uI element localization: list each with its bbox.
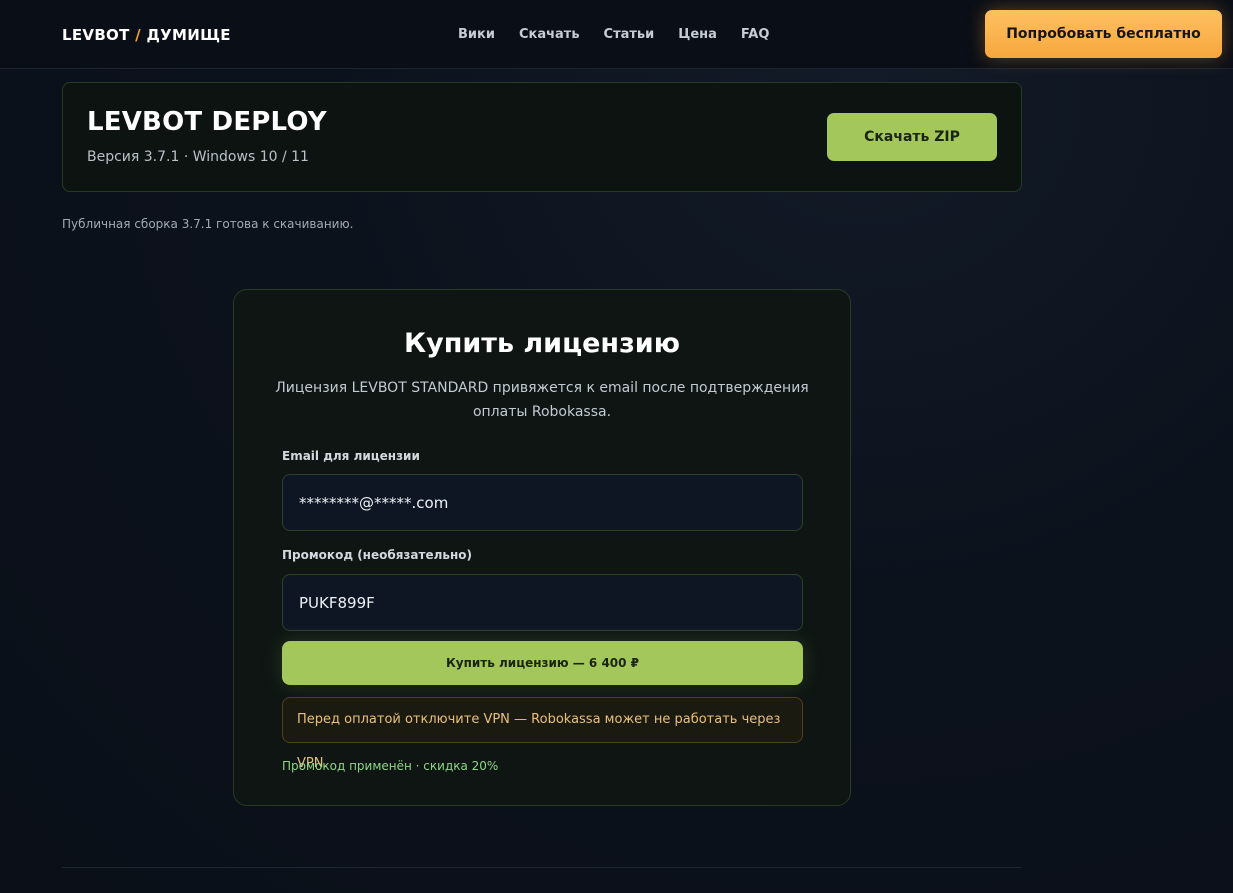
site-logo[interactable]: LEVBOT / ДУМИЩЕ bbox=[62, 26, 231, 44]
license-title: Купить лицензию bbox=[404, 328, 680, 359]
buy-license-button[interactable]: Купить лицензию — 6 400 ₽ bbox=[282, 641, 803, 685]
public-build-note: Публичная сборка 3.7.1 готова к скачиван… bbox=[62, 217, 354, 231]
main-nav: Вики Скачать Статьи Цена FAQ bbox=[458, 27, 793, 42]
try-free-button[interactable]: Попробовать бесплатно bbox=[985, 10, 1222, 58]
nav-link-wiki[interactable]: Вики bbox=[458, 27, 495, 42]
license-card: Купить лицензию Лицензия LEVBOT STANDARD… bbox=[233, 289, 851, 806]
nav-link-articles[interactable]: Статьи bbox=[604, 27, 655, 42]
promo-code-input[interactable] bbox=[282, 574, 803, 631]
deploy-title: LEVBOT DEPLOY bbox=[87, 107, 327, 137]
nav-link-download[interactable]: Скачать bbox=[519, 27, 580, 42]
vpn-warning-notice: Перед оплатой отключите VPN — Robokassa … bbox=[282, 697, 803, 771]
nav-link-faq[interactable]: FAQ bbox=[741, 27, 770, 42]
nav-link-price[interactable]: Цена bbox=[678, 27, 717, 42]
logo-text-right: ДУМИЩЕ bbox=[146, 26, 231, 44]
top-navbar: LEVBOT / ДУМИЩЕ Вики Скачать Статьи Цена… bbox=[0, 0, 1233, 69]
license-description: Лицензия LEVBOT STANDARD привяжется к em… bbox=[275, 380, 809, 420]
email-input[interactable] bbox=[282, 474, 803, 531]
promo-applied-status: Промокод применён · скидка 20% bbox=[282, 759, 499, 773]
footer-divider bbox=[62, 867, 1022, 868]
logo-slash: / bbox=[135, 26, 141, 44]
deploy-card: LEVBOT DEPLOY Версия 3.7.1 · Windows 10 … bbox=[62, 82, 1022, 192]
promo-label: Промокод (необязательно) bbox=[282, 548, 472, 562]
download-zip-button[interactable]: Скачать ZIP bbox=[827, 113, 997, 161]
email-label: Email для лицензии bbox=[282, 449, 420, 463]
deploy-version: Версия 3.7.1 · Windows 10 / 11 bbox=[87, 149, 309, 165]
logo-text-left: LEVBOT bbox=[62, 26, 130, 44]
